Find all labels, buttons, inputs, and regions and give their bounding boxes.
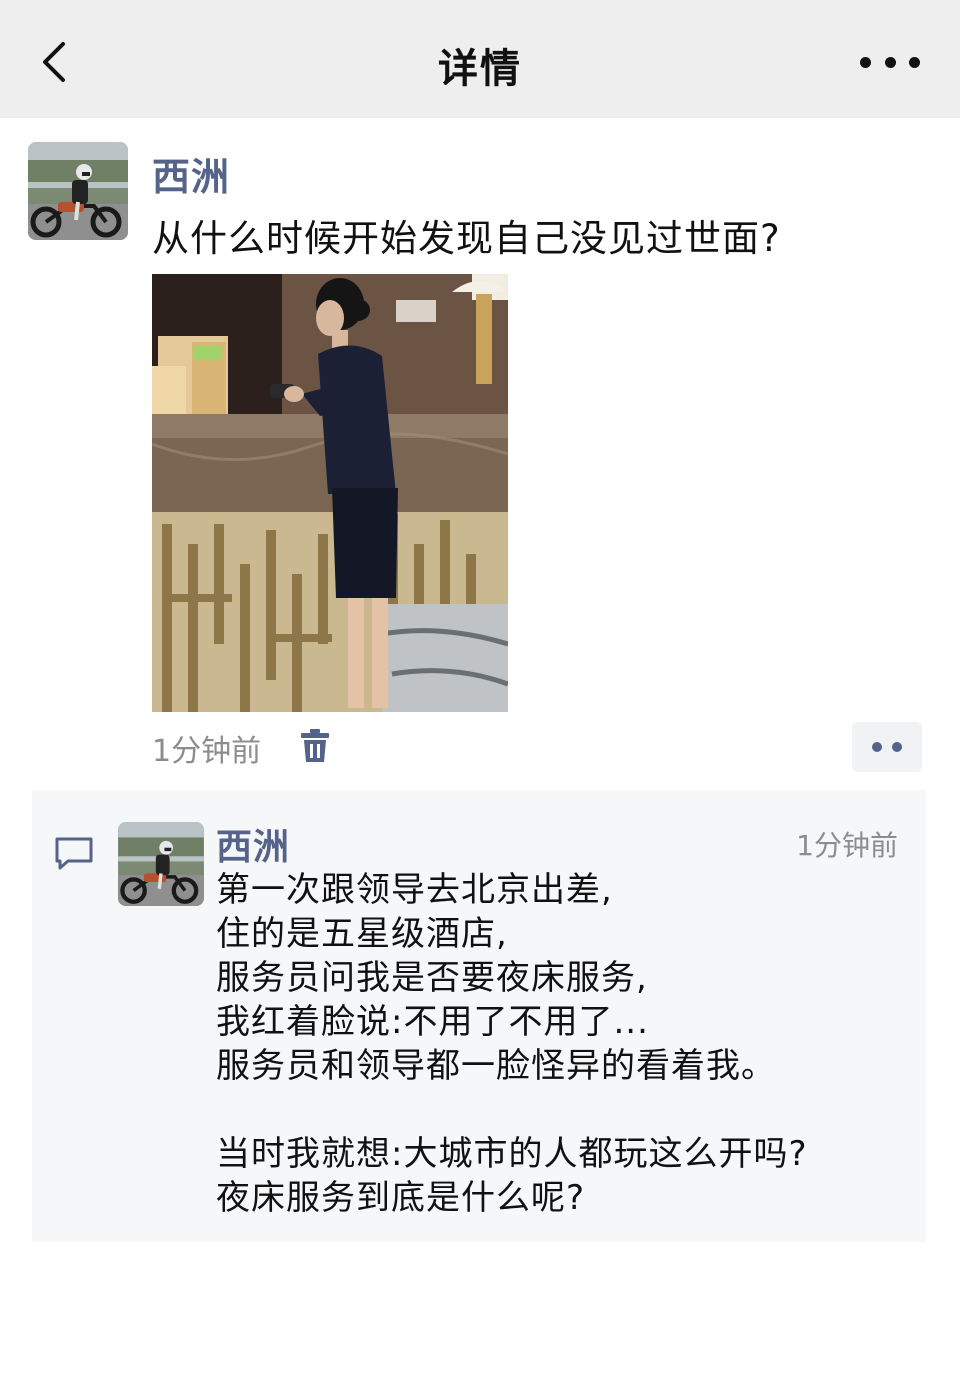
comment-line: 住的是五星级酒店, (216, 914, 508, 954)
comment-line: 第一次跟领导去北京出差, (216, 870, 613, 910)
trash-icon (301, 729, 329, 762)
comment-line: 当时我就想:大城市的人都玩这么开吗? (216, 1134, 808, 1174)
motorbike-rider-avatar (118, 822, 204, 906)
comment-author-name[interactable]: 西洲 (216, 818, 290, 870)
two-dots-icon (872, 742, 882, 752)
comment-author-avatar[interactable] (118, 822, 204, 906)
post-author-avatar[interactable] (28, 142, 128, 240)
comment-line: 服务员问我是否要夜床服务, (216, 958, 648, 998)
more-horizontal-icon (860, 56, 871, 68)
page-title: 详情 (438, 46, 522, 92)
post-actions-button[interactable] (852, 722, 922, 772)
post-timestamp: 1分钟前 (152, 734, 262, 769)
comment-line: 我红着脸说:不用了不用了... (216, 1002, 649, 1042)
post-photo[interactable] (152, 274, 508, 712)
comment-line: 服务员和领导都一脸怪异的看着我。 (216, 1046, 776, 1086)
top-nav-bar: 详情 (0, 0, 960, 118)
post-text: 从什么时候开始发现自己没见过世面? (152, 217, 781, 260)
comment-line: 夜床服务到底是什么呢? (216, 1178, 586, 1218)
comment-timestamp: 1分钟前 (796, 829, 898, 862)
more-options-button[interactable] (860, 42, 920, 82)
motorbike-rider-avatar (28, 142, 128, 240)
delete-post-button[interactable] (300, 728, 330, 764)
post-author-name[interactable]: 西洲 (152, 146, 230, 201)
hotel-reception-photo (152, 274, 508, 712)
comment-bubble-icon (54, 836, 94, 872)
comment-text: 第一次跟领导去北京出差, 住的是五星级酒店, 服务员问我是否要夜床服务, 我红着… (216, 868, 906, 1220)
